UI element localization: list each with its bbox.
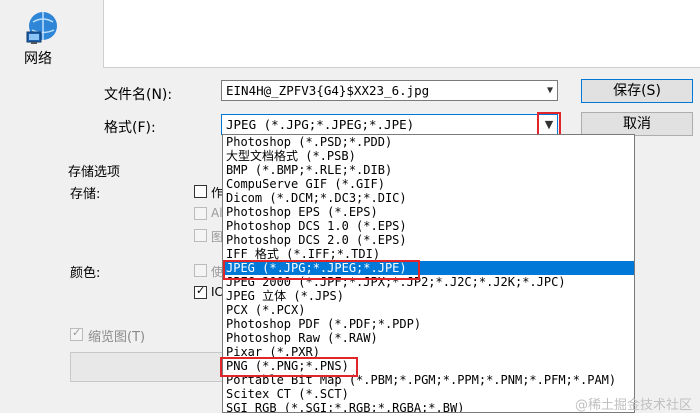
storage-label: 存储: xyxy=(70,187,101,202)
watermark: @稀土掘金技术社区 xyxy=(574,398,692,413)
filename-input[interactable]: EIN4H@_ZPFV3{G4}$XX23_6.jpg ▼ xyxy=(221,80,558,101)
thumbnail-checkbox[interactable] xyxy=(70,326,83,341)
format-option[interactable]: IFF 格式 (*.IFF;*.TDI) xyxy=(223,247,634,261)
format-option[interactable]: JPEG 2000 (*.JPF;*.JPX;*.JP2;*.J2C;*.J2K… xyxy=(223,275,634,289)
network-label[interactable]: 网络 xyxy=(24,48,52,68)
network-computer-icon[interactable] xyxy=(23,8,63,48)
format-option[interactable]: JPEG (*.JPG;*.JPEG;*.JPE) xyxy=(223,261,634,275)
format-option[interactable]: Photoshop DCS 1.0 (*.EPS) xyxy=(223,219,634,233)
format-option[interactable]: Photoshop EPS (*.EPS) xyxy=(223,205,634,219)
format-option[interactable]: Dicom (*.DCM;*.DC3;*.DIC) xyxy=(223,191,634,205)
format-option[interactable]: PNG (*.PNG;*.PNS) xyxy=(223,359,634,373)
format-option[interactable]: Portable Bit Map (*.PBM;*.PGM;*.PPM;*.PN… xyxy=(223,373,634,387)
filename-label: 文件名(N): xyxy=(104,87,173,103)
format-option[interactable]: Photoshop PDF (*.PDF;*.PDP) xyxy=(223,317,634,331)
save-options-title: 存储选项 xyxy=(68,165,121,180)
format-dropdown-list[interactable]: Photoshop (*.PSD;*.PDD) 大型文档格式 (*.PSB) BMP… xyxy=(222,134,635,413)
color-checkbox-1[interactable] xyxy=(194,264,207,277)
storage-checkbox-2[interactable] xyxy=(194,207,207,220)
thumbnail-label: 缩览图(T) xyxy=(88,330,146,345)
color-checkbox-icc[interactable] xyxy=(194,284,207,299)
format-option[interactable]: BMP (*.BMP;*.RLE;*.DIB) xyxy=(223,163,634,177)
color-label: 颜色: xyxy=(70,266,101,281)
format-option[interactable]: 大型文档格式 (*.PSB) xyxy=(223,149,634,163)
format-option[interactable]: JPEG 立体 (*.JPS) xyxy=(223,289,634,303)
storage-checkbox-3[interactable] xyxy=(194,229,207,242)
save-button[interactable]: 保存(S) xyxy=(581,79,693,103)
format-select[interactable]: JPEG (*.JPG;*.JPEG;*.JPE) xyxy=(221,114,558,135)
format-option[interactable]: Photoshop (*.PSD;*.PDD) xyxy=(223,135,634,149)
format-option[interactable]: Scitex CT (*.SCT) xyxy=(223,387,634,401)
file-list-area[interactable] xyxy=(103,0,700,68)
filename-value: EIN4H@_ZPFV3{G4}$XX23_6.jpg xyxy=(226,83,430,98)
format-option[interactable]: CompuServe GIF (*.GIF) xyxy=(223,177,634,191)
storage-checkbox-2-label: Al xyxy=(211,206,223,220)
format-option[interactable]: SGI RGB (*.SGI;*.RGB;*.RGBA;*.BW) xyxy=(223,401,634,412)
chevron-down-icon[interactable]: ▼ xyxy=(547,81,553,100)
format-value: JPEG (*.JPG;*.JPEG;*.JPE) xyxy=(226,117,415,132)
cancel-button[interactable]: 取消 xyxy=(581,112,693,136)
format-option[interactable]: Photoshop DCS 2.0 (*.EPS) xyxy=(223,233,634,247)
format-label: 格式(F): xyxy=(104,120,156,136)
format-option[interactable]: PCX (*.PCX) xyxy=(223,303,634,317)
storage-checkbox-1[interactable] xyxy=(194,185,207,198)
format-option[interactable]: Pixar (*.PXR) xyxy=(223,345,634,359)
format-option[interactable]: Photoshop Raw (*.RAW) xyxy=(223,331,634,345)
bottom-field xyxy=(70,352,230,382)
